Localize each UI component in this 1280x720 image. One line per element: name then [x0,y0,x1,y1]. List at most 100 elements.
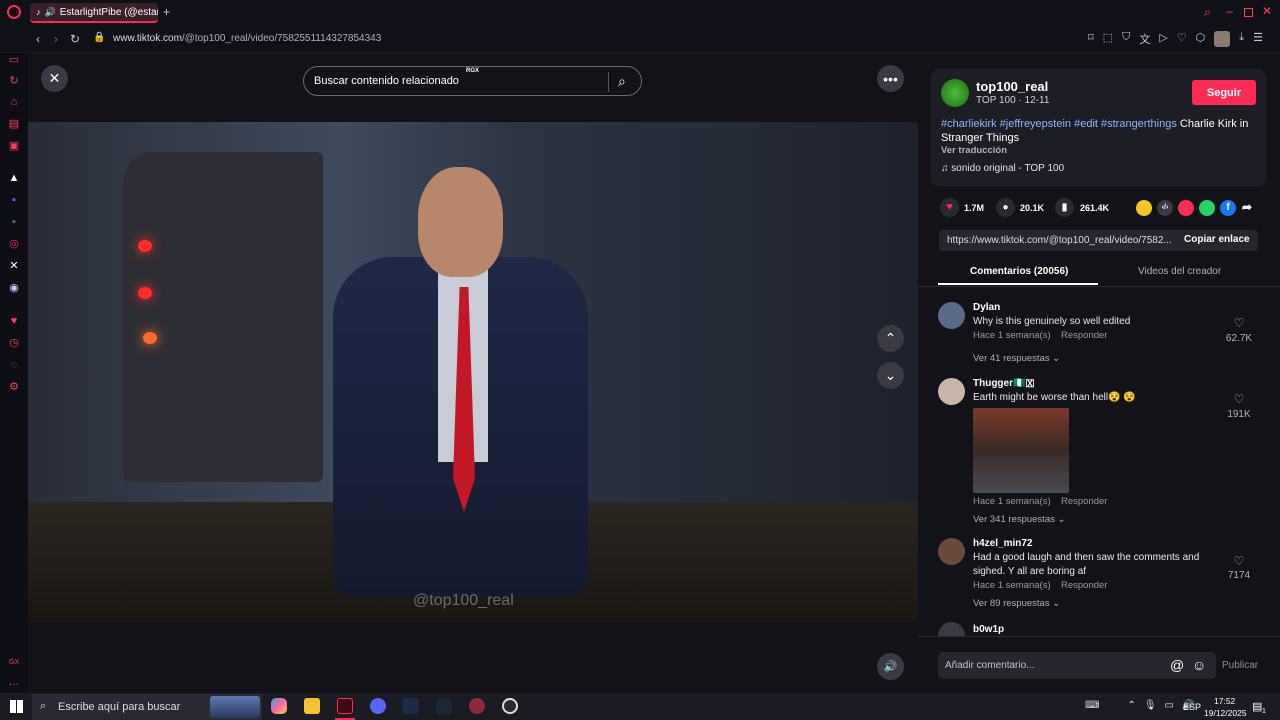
shield-icon[interactable]: ⛉ [1122,31,1130,47]
share-link-field[interactable]: https://www.tiktok.com/@top100_real/vide… [939,230,1258,251]
next-video-button[interactable]: ⌄ [877,362,904,389]
tab-creator-videos[interactable]: Videos del creador [1138,266,1221,277]
comment-author[interactable]: Thugger🇳🇬🇽 [973,378,1034,389]
comment-avatar[interactable] [938,622,965,636]
tab-comments[interactable]: Comentarios (20056) [970,266,1068,277]
back-icon[interactable]: ‹ [36,32,40,46]
comment-author[interactable]: h4zel_min72 [973,538,1032,549]
sidebar-vk-icon[interactable]: ▪ [7,215,21,229]
emoji-icon[interactable]: ☺ [1192,657,1206,673]
comment-icon[interactable]: ● [996,198,1015,217]
share-emoji-icon[interactable] [1136,200,1152,216]
whatsapp-icon[interactable] [1199,200,1215,216]
opera-logo-icon[interactable] [7,5,21,19]
follow-button[interactable]: Seguir [1192,80,1256,105]
taskbar-search-input[interactable]: ⌕ Escribe aquí para buscar [32,694,262,720]
sidebar-chat-icon[interactable]: ◌ [7,358,21,372]
clock-date[interactable]: 19/12/2025 [1204,708,1247,718]
facebook-icon[interactable]: f [1220,200,1236,216]
comment-reply-button[interactable]: Responder [1061,580,1107,591]
creator-username[interactable]: top100_real [976,79,1048,94]
maximize-button[interactable] [1244,8,1253,17]
comment-avatar[interactable] [938,378,965,405]
search-input[interactable]: Buscar contenido relacionado RGX ⌕ [303,66,642,96]
screenshot-icon[interactable]: ⬚ [1103,31,1113,47]
post-comment-button[interactable]: Publicar [1222,660,1258,671]
microphone-icon[interactable]: 🎙 [1144,700,1157,711]
creator-avatar[interactable] [941,79,969,107]
view-replies-button[interactable]: Ver 89 respuestas ⌄ [973,598,1060,609]
video-player[interactable]: @top100_real [28,122,918,622]
sidebar-aria-icon[interactable]: ▲ [7,171,21,185]
file-explorer-icon[interactable] [304,698,320,714]
previous-video-button[interactable]: ⌃ [877,325,904,352]
volume-button[interactable]: 🔊 [877,653,904,680]
copilot-icon[interactable] [271,698,287,714]
search-tabs-icon[interactable]: ⌕ [1204,5,1211,20]
sidebar-more-icon[interactable]: … [7,675,21,689]
view-replies-button[interactable]: Ver 341 respuestas ⌄ [973,514,1065,525]
speaker-icon[interactable]: 🔊 [45,7,56,18]
sidebar-twitch-icon[interactable]: ▪ [7,193,21,207]
sidebar-speed-dial-icon[interactable]: ▭ [7,53,21,67]
play-icon[interactable]: ▷ [1159,31,1167,47]
view-replies-button[interactable]: Ver 41 respuestas ⌄ [973,353,1060,364]
sidebar-history-icon[interactable]: ↻ [7,74,21,88]
sidebar-news-icon[interactable]: ▤ [7,117,21,131]
embed-icon[interactable]: ‹/› [1157,200,1173,216]
discord-taskbar-icon[interactable] [370,698,386,714]
steam-taskbar-icon[interactable] [436,698,452,714]
network-icon[interactable]: ▭ [1165,700,1174,711]
app-taskbar-icon[interactable] [469,698,485,714]
comment-input[interactable]: Añadir comentario... @ ☺ [938,652,1216,679]
sidebar-store-icon[interactable]: ⌂ [7,95,21,109]
mention-icon[interactable]: @ [1170,657,1184,673]
new-tab-button[interactable]: + [163,5,170,19]
browser-tab[interactable]: ♪ 🔊 EstarlightPibe (@estar [30,3,158,23]
sidebar-favorites-icon[interactable]: ♥ [7,314,21,328]
more-options-button[interactable]: ••• [877,65,904,92]
chevron-up-icon[interactable]: ⌃ [1127,700,1135,711]
share-arrow-icon[interactable]: ➦ [1242,200,1252,214]
app2-taskbar-icon[interactable] [502,698,518,714]
comment-author[interactable]: Dylan [973,302,1000,313]
url-field[interactable]: www.tiktok.com/@top100_real/video/758255… [113,33,381,44]
forward-icon[interactable]: › [54,32,58,46]
copy-link-button[interactable]: Copiar enlace [1184,234,1250,245]
heart-icon[interactable]: ♡ [1177,31,1187,47]
comment-reply-button[interactable]: Responder [1061,496,1107,507]
comment-like-icon[interactable]: ♡ [1222,316,1256,330]
comment-like-icon[interactable]: ♡ [1222,392,1256,406]
sidebar-player-icon[interactable]: ▣ [7,139,21,153]
translate-icon[interactable]: 文 [1139,31,1150,47]
meta-taskbar-icon[interactable] [403,698,419,714]
comment-avatar[interactable] [938,302,965,329]
extensions-icon[interactable]: ⬡ [1196,31,1206,47]
start-icon[interactable] [10,700,23,713]
sidebar-gx-icon[interactable]: GX [7,656,21,670]
comment-image[interactable] [973,408,1069,493]
minimize-button[interactable]: – [1226,4,1233,18]
send-icon[interactable] [1178,200,1194,216]
sidebar-instagram-icon[interactable]: ◎ [7,237,21,251]
search-icon[interactable]: ⌕ [618,73,626,90]
menu-icon[interactable]: ☰ [1253,31,1263,47]
close-window-button[interactable]: ✕ [1262,4,1272,18]
comment-author[interactable]: b0w1p [973,624,1004,635]
clock-time[interactable]: 17:52 [1214,696,1235,706]
bookmark-icon[interactable]: ⌑ [1088,31,1094,47]
reload-icon[interactable]: ↻ [70,32,80,46]
caption-hashtags[interactable]: #charliekirk #jeffreyepstein #edit #stra… [941,118,1177,130]
bookmark-icon[interactable]: ▮ [1055,198,1074,217]
comment-reply-button[interactable]: Responder [1061,330,1107,341]
sound-row[interactable]: ♫ sonido original - TOP 100 [941,163,1064,174]
sidebar-discord-icon[interactable]: ◉ [7,281,21,295]
like-icon[interactable]: ♥ [940,198,959,217]
profile-avatar[interactable] [1214,31,1231,47]
sidebar-x-icon[interactable]: ✕ [7,259,21,273]
notification-icon[interactable]: ▤ [1252,700,1262,713]
comment-avatar[interactable] [938,538,965,565]
close-video-button[interactable]: ✕ [41,65,68,92]
sidebar-clock-icon[interactable]: ◷ [7,336,21,350]
translate-link[interactable]: Ver traducción [941,145,1007,156]
